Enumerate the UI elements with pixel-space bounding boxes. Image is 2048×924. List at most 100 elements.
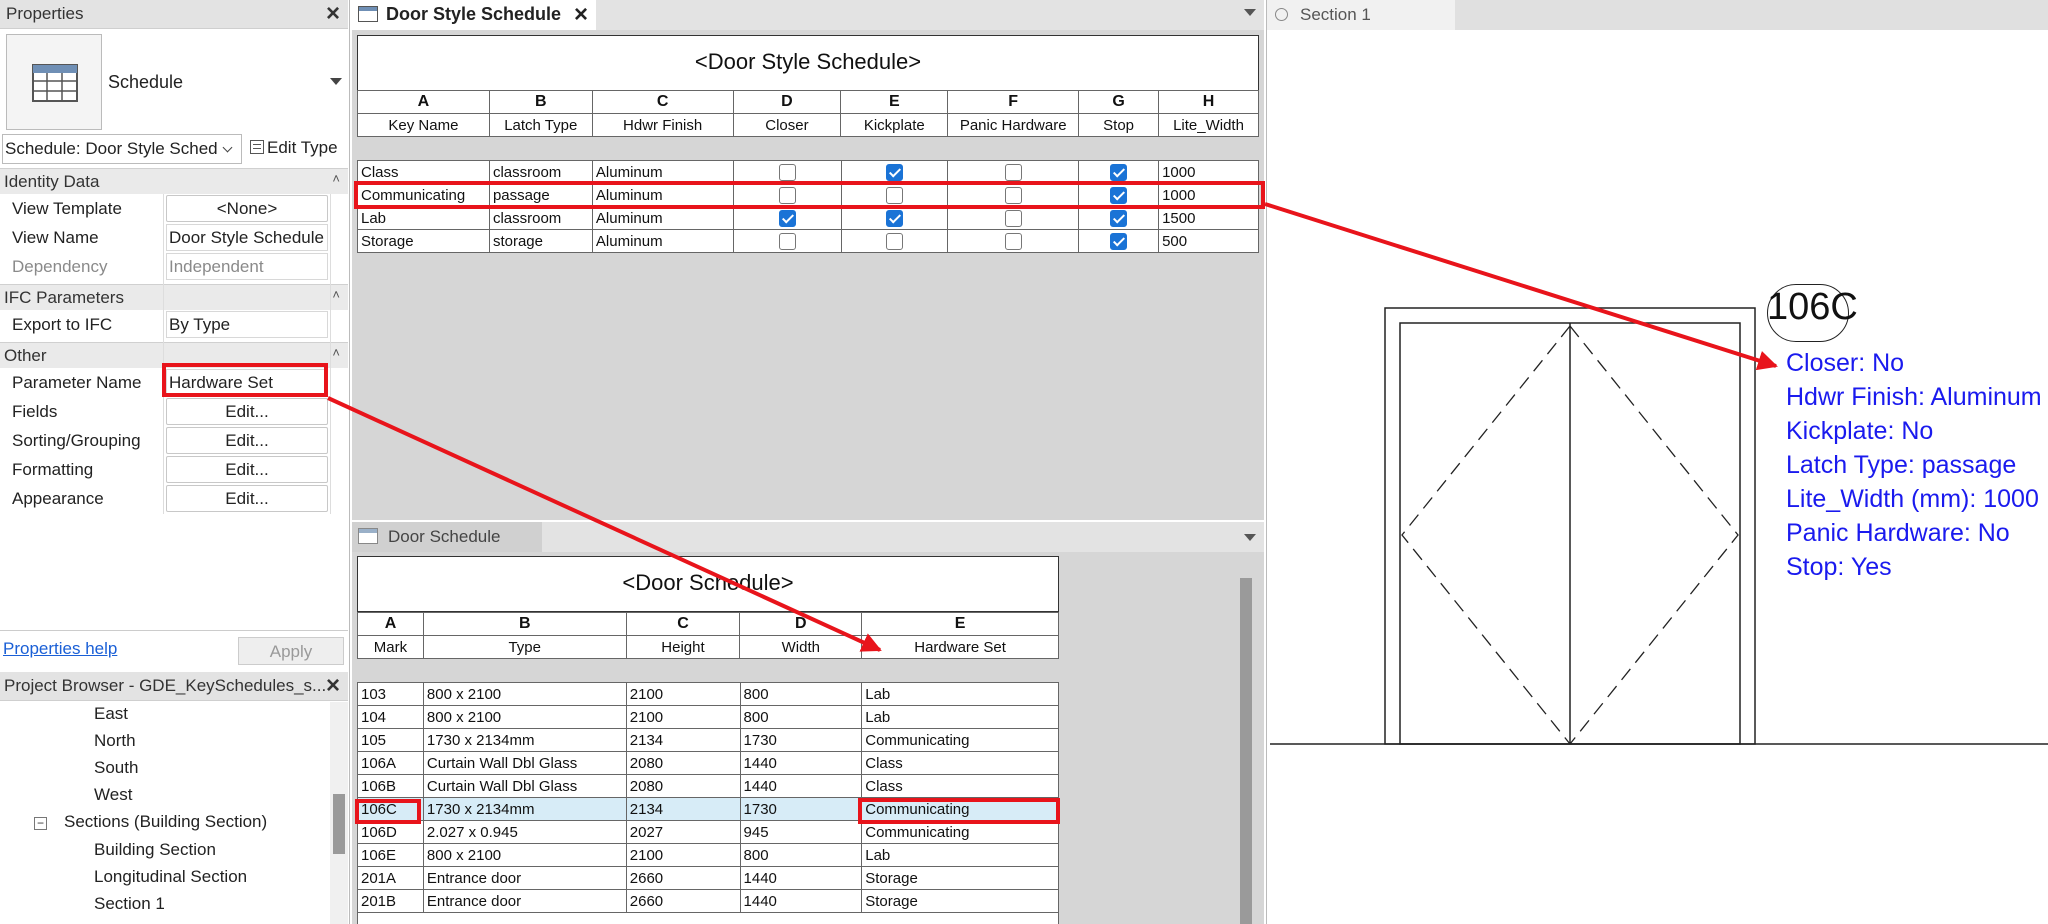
col-header[interactable]: Height xyxy=(625,635,741,659)
mark-cell[interactable]: 201A xyxy=(357,866,424,890)
col-header[interactable]: Type xyxy=(422,635,627,659)
type-cell[interactable]: 800 x 2100 xyxy=(422,705,627,729)
group-identity-data[interactable]: Identity Data ˄ xyxy=(0,168,348,194)
table-row[interactable]: 104 800 x 2100 2100 800 Lab xyxy=(357,705,1059,729)
close-icon[interactable]: × xyxy=(325,672,340,700)
col-letter[interactable]: C xyxy=(625,612,741,636)
tab-door-style-schedule[interactable]: Door Style Schedule × xyxy=(352,0,596,30)
view-menu-chevron-icon[interactable] xyxy=(1244,534,1256,541)
width-cell[interactable]: 1440 xyxy=(739,751,863,775)
view-menu-chevron-icon[interactable] xyxy=(1244,9,1256,16)
hardware-set-cell[interactable]: Lab xyxy=(861,705,1059,729)
view-name-field[interactable]: Door Style Schedule xyxy=(166,224,328,251)
col-header[interactable]: Stop xyxy=(1078,113,1160,137)
col-header[interactable]: Panic Hardware xyxy=(947,113,1080,137)
col-header[interactable]: Latch Type xyxy=(488,113,593,137)
col-header[interactable]: Width xyxy=(739,635,863,659)
mark-cell[interactable]: 104 xyxy=(357,705,424,729)
type-dropdown-chevron-icon[interactable] xyxy=(330,78,342,85)
fields-edit-button[interactable]: Edit... xyxy=(166,398,328,425)
height-cell[interactable]: 2080 xyxy=(625,774,741,798)
export-ifc-field[interactable]: By Type xyxy=(166,311,328,338)
key-name-cell[interactable]: Storage xyxy=(357,229,490,253)
width-cell[interactable]: 945 xyxy=(739,820,863,844)
kickplate-checkbox[interactable] xyxy=(885,163,903,181)
height-cell[interactable]: 2134 xyxy=(625,728,741,752)
type-cell[interactable]: 1730 x 2134mm xyxy=(422,797,627,821)
browser-item-building-section[interactable]: Building Section xyxy=(94,840,216,860)
stop-checkbox[interactable] xyxy=(1110,209,1128,227)
col-header[interactable]: Lite_Width xyxy=(1158,113,1259,137)
sorting-edit-button[interactable]: Edit... xyxy=(166,427,328,454)
height-cell[interactable]: 2027 xyxy=(625,820,741,844)
type-cell[interactable]: Curtain Wall Dbl Glass xyxy=(422,774,627,798)
mark-cell[interactable]: 106E xyxy=(357,843,424,867)
mark-cell[interactable]: 103 xyxy=(357,682,424,706)
col-header[interactable]: Hdwr Finish xyxy=(591,113,734,137)
col-letter[interactable]: D xyxy=(732,90,842,114)
col-letter[interactable]: D xyxy=(739,612,863,636)
view-template-button[interactable]: <None> xyxy=(166,195,328,222)
width-cell[interactable]: 800 xyxy=(739,682,863,706)
mark-cell[interactable]: 106A xyxy=(357,751,424,775)
width-cell[interactable]: 1730 xyxy=(739,797,863,821)
table-row[interactable]: 106B Curtain Wall Dbl Glass 2080 1440 Class xyxy=(357,774,1059,798)
width-cell[interactable]: 1440 xyxy=(739,774,863,798)
hdwr-finish-cell[interactable]: Aluminum xyxy=(591,229,734,253)
hardware-set-cell[interactable]: Storage xyxy=(861,889,1059,913)
height-cell[interactable]: 2100 xyxy=(625,843,741,867)
panic-hardware-checkbox[interactable] xyxy=(1004,232,1022,250)
stop-checkbox[interactable] xyxy=(1110,232,1128,250)
properties-help-link[interactable]: Properties help xyxy=(3,639,117,659)
mark-cell[interactable]: 201B xyxy=(357,889,424,913)
hardware-set-cell[interactable]: Class xyxy=(861,774,1059,798)
mark-cell[interactable]: 106B xyxy=(357,774,424,798)
hardware-set-cell[interactable]: Class xyxy=(861,751,1059,775)
table-row[interactable]: 106E 800 x 2100 2100 800 Lab xyxy=(357,843,1059,867)
hardware-set-cell[interactable]: Lab xyxy=(861,843,1059,867)
hardware-set-cell[interactable]: Communicating xyxy=(861,728,1059,752)
hardware-set-cell[interactable]: Lab xyxy=(861,682,1059,706)
browser-item-north[interactable]: North xyxy=(94,731,136,751)
hdwr-finish-cell[interactable]: Aluminum xyxy=(591,206,734,230)
col-header[interactable]: Mark xyxy=(357,635,424,659)
table-row[interactable]: 105 1730 x 2134mm 2134 1730 Communicating xyxy=(357,728,1059,752)
col-letter[interactable]: E xyxy=(861,612,1059,636)
height-cell[interactable]: 2660 xyxy=(625,866,741,890)
closer-checkbox[interactable] xyxy=(778,163,796,181)
type-cell[interactable]: 800 x 2100 xyxy=(422,682,627,706)
browser-item-section-1[interactable]: Section 1 xyxy=(94,894,165,914)
height-cell[interactable]: 2100 xyxy=(625,682,741,706)
table-row[interactable]: Lab classroom Aluminum 1500 xyxy=(357,206,1259,230)
panic-hardware-checkbox[interactable] xyxy=(1004,163,1022,181)
instance-selector[interactable]: Schedule: Door Style Sched xyxy=(2,134,242,164)
browser-item-east[interactable]: East xyxy=(94,704,128,724)
kickplate-checkbox[interactable] xyxy=(885,209,903,227)
height-cell[interactable]: 2134 xyxy=(625,797,741,821)
height-cell[interactable]: 2100 xyxy=(625,705,741,729)
key-name-cell[interactable]: Lab xyxy=(357,206,490,230)
col-letter[interactable]: B xyxy=(422,612,627,636)
col-letter[interactable]: F xyxy=(947,90,1080,114)
type-cell[interactable]: Entrance door xyxy=(422,866,627,890)
type-cell[interactable]: 800 x 2100 xyxy=(422,843,627,867)
browser-item-sections[interactable]: Sections (Building Section) xyxy=(64,812,267,832)
tab-door-schedule[interactable]: Door Schedule xyxy=(352,522,542,552)
collapse-icon[interactable]: ˄ xyxy=(332,345,340,360)
height-cell[interactable]: 2080 xyxy=(625,751,741,775)
table-row[interactable]: 201B Entrance door 2660 1440 Storage xyxy=(357,889,1059,913)
table-row[interactable]: 106A Curtain Wall Dbl Glass 2080 1440 Class xyxy=(357,751,1059,775)
apply-button[interactable]: Apply xyxy=(238,637,344,665)
stop-checkbox[interactable] xyxy=(1110,163,1128,181)
col-letter[interactable]: A xyxy=(357,612,424,636)
browser-item-south[interactable]: South xyxy=(94,758,138,778)
browser-item-west[interactable]: West xyxy=(94,785,132,805)
tab-section-1[interactable]: Section 1 xyxy=(1267,0,1455,30)
type-cell[interactable]: 1730 x 2134mm xyxy=(422,728,627,752)
formatting-edit-button[interactable]: Edit... xyxy=(166,456,328,483)
appearance-edit-button[interactable]: Edit... xyxy=(166,485,328,512)
col-letter[interactable]: E xyxy=(840,90,949,114)
col-letter[interactable]: A xyxy=(357,90,490,114)
latch-type-cell[interactable]: classroom xyxy=(488,206,593,230)
col-header[interactable]: Kickplate xyxy=(840,113,949,137)
